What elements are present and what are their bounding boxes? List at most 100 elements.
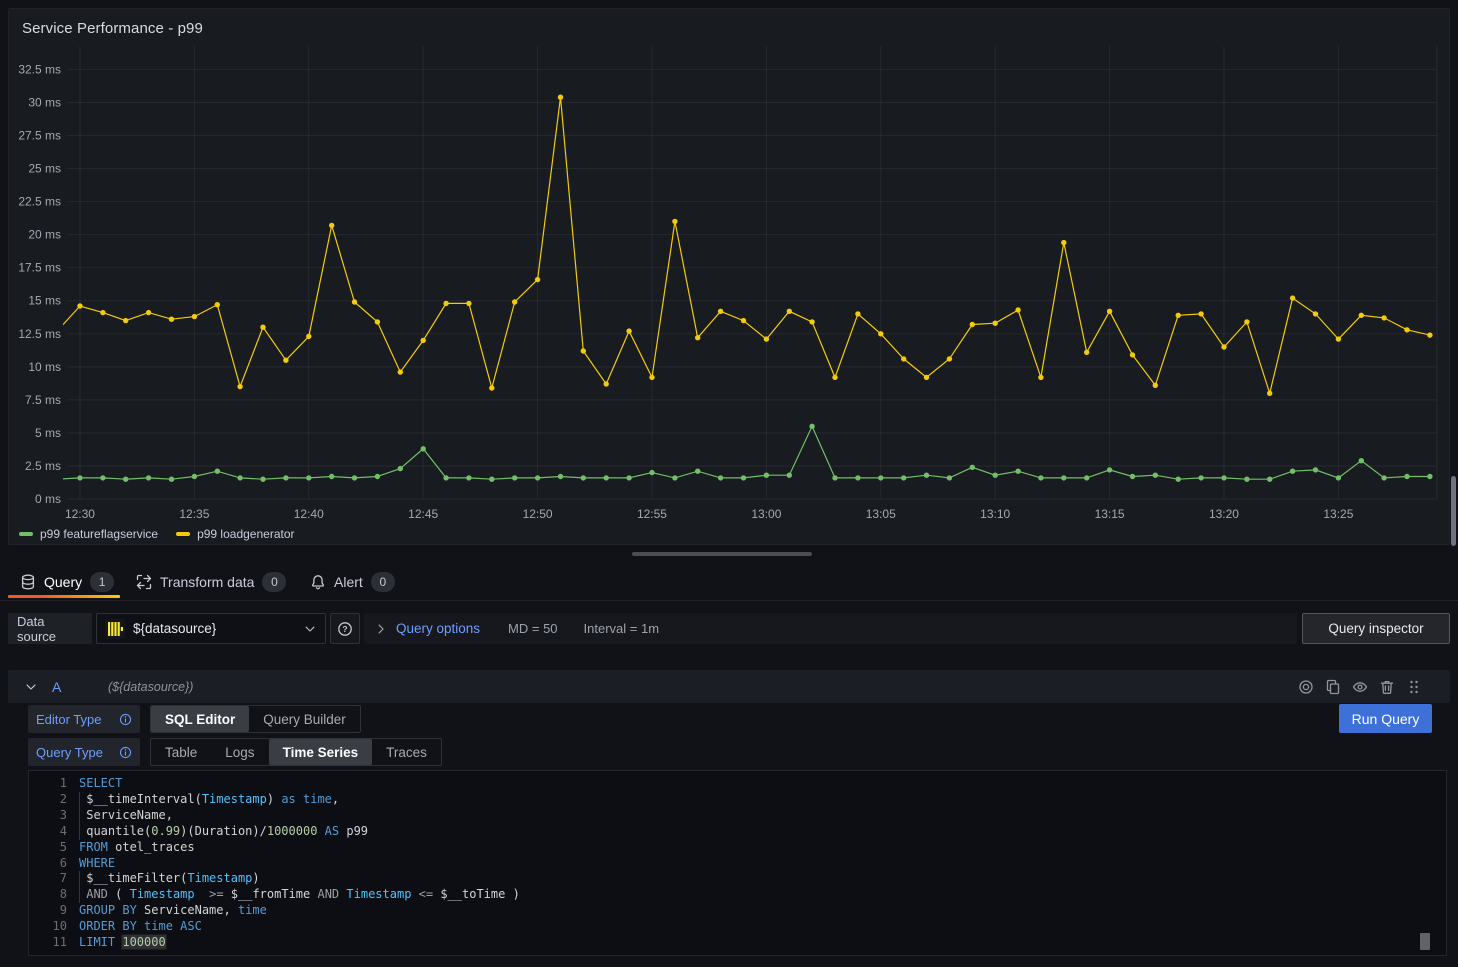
tab-label: Alert <box>334 574 363 590</box>
x-axis-tick: 12:30 <box>65 507 95 521</box>
sql-token: LIMIT <box>79 935 115 949</box>
disable-query-icon[interactable] <box>1298 679 1314 695</box>
chevron-down-icon <box>303 622 317 636</box>
sql-token: Timestamp <box>130 887 195 901</box>
line-number: 9 <box>29 903 67 919</box>
radio-option-query-builder[interactable]: Query Builder <box>249 706 360 732</box>
code-line[interactable]: $__timeFilter(Timestamp) <box>79 871 520 887</box>
data-point <box>764 336 769 341</box>
tab-query[interactable]: Query 1 <box>20 570 114 594</box>
data-point <box>993 473 998 478</box>
sql-token: ) <box>267 792 281 806</box>
x-axis-tick: 13:20 <box>1209 507 1239 521</box>
radio-option-sql-editor[interactable]: SQL Editor <box>151 706 249 732</box>
pane-resize-handle[interactable] <box>632 552 812 556</box>
legend-item-loadgenerator[interactable]: p99 loadgenerator <box>176 527 294 541</box>
data-point <box>855 475 860 480</box>
data-point <box>1061 240 1066 245</box>
editor-tabbar: Query 1 Transform data 0 Alert 0 <box>0 564 1458 601</box>
line-number: 3 <box>29 808 67 824</box>
data-point <box>100 475 105 480</box>
data-point <box>1381 475 1386 480</box>
info-circle-icon[interactable] <box>119 746 132 759</box>
data-point <box>398 466 403 471</box>
info-circle-icon[interactable] <box>119 713 132 726</box>
tab-alert[interactable]: Alert 0 <box>310 570 395 594</box>
code-line[interactable]: ORDER BY time ASC <box>79 919 520 935</box>
query-inspector-button[interactable]: Query inspector <box>1302 613 1450 644</box>
radio-option-traces[interactable]: Traces <box>372 739 441 765</box>
code-line[interactable]: ServiceName, <box>79 808 520 824</box>
tab-transform-data[interactable]: Transform data 0 <box>136 570 286 594</box>
transform-count-badge: 0 <box>262 572 286 592</box>
data-point <box>169 317 174 322</box>
code-line[interactable]: AND ( Timestamp >= $__fromTime AND Times… <box>79 887 520 903</box>
x-axis-tick: 12:35 <box>179 507 209 521</box>
x-axis-tick: 12:50 <box>523 507 553 521</box>
transform-icon <box>136 574 152 590</box>
time-series-chart[interactable]: 0 ms2.5 ms5 ms7.5 ms10 ms12.5 ms15 ms17.… <box>9 9 1451 551</box>
data-point <box>1084 350 1089 355</box>
code-line[interactable]: $__timeInterval(Timestamp) as time, <box>79 792 520 808</box>
data-point <box>1336 336 1341 341</box>
data-point <box>970 465 975 470</box>
radio-option-logs[interactable]: Logs <box>211 739 268 765</box>
data-point <box>1313 311 1318 316</box>
data-point <box>1336 475 1341 480</box>
data-point <box>375 474 380 479</box>
alert-count-badge: 0 <box>371 572 395 592</box>
sql-token: otel_traces <box>108 840 195 854</box>
data-point <box>1244 319 1249 324</box>
legend-item-featureflagservice[interactable]: p99 featureflagservice <box>19 527 158 541</box>
x-axis-tick: 12:55 <box>637 507 667 521</box>
data-point <box>535 277 540 282</box>
data-point <box>489 385 494 390</box>
code-line[interactable]: quantile(0.99)(Duration)/1000000 AS p99 <box>79 824 520 840</box>
page-scrollbar-thumb[interactable] <box>1451 476 1456 546</box>
sql-token: Timestamp <box>202 792 267 806</box>
sql-token: ( <box>108 887 130 901</box>
data-point <box>626 328 631 333</box>
sql-token <box>296 792 303 806</box>
sql-token: WHERE <box>79 856 115 870</box>
sql-token: Timestamp <box>346 887 411 901</box>
chevron-right-icon[interactable] <box>374 622 388 636</box>
data-point <box>1153 383 1158 388</box>
datasource-help-button[interactable]: ? <box>330 613 360 644</box>
data-point <box>1221 344 1226 349</box>
radio-option-table[interactable]: Table <box>151 739 211 765</box>
remove-query-trash-icon[interactable] <box>1379 679 1395 695</box>
code-line[interactable]: FROM otel_traces <box>79 840 520 856</box>
query-row-header[interactable]: A (${datasource}) <box>8 670 1450 703</box>
code-line[interactable]: WHERE <box>79 856 520 872</box>
query-options-toggle[interactable]: Query options <box>396 621 480 636</box>
sql-token: $__timeInterval( <box>79 792 202 806</box>
duplicate-query-icon[interactable] <box>1325 679 1341 695</box>
editor-scrollbar-thumb[interactable] <box>1420 933 1430 950</box>
data-point <box>398 369 403 374</box>
code-line[interactable]: SELECT <box>79 776 520 792</box>
datasource-picker[interactable]: ${datasource} <box>96 613 326 644</box>
data-point <box>764 473 769 478</box>
data-point <box>924 375 929 380</box>
drag-handle-icon[interactable] <box>1406 679 1422 695</box>
data-point <box>54 477 59 482</box>
data-point <box>215 469 220 474</box>
data-point <box>466 475 471 480</box>
radio-option-time-series[interactable]: Time Series <box>269 739 373 765</box>
sql-token: )(Duration)/ <box>180 824 267 838</box>
data-point <box>1290 295 1295 300</box>
sql-code[interactable]: SELECT $__timeInterval(Timestamp) as tim… <box>79 776 520 951</box>
hide-response-eye-icon[interactable] <box>1352 679 1368 695</box>
data-point <box>1313 467 1318 472</box>
data-point <box>787 309 792 314</box>
data-point <box>1290 469 1295 474</box>
data-point <box>855 311 860 316</box>
code-line[interactable]: GROUP BY ServiceName, time <box>79 903 520 919</box>
run-query-button[interactable]: Run Query <box>1339 704 1432 733</box>
sql-code-editor[interactable]: 1234567891011 SELECT $__timeInterval(Tim… <box>28 770 1447 956</box>
data-point <box>1244 477 1249 482</box>
data-point <box>215 302 220 307</box>
collapse-chevron-icon[interactable] <box>24 680 38 694</box>
code-line[interactable]: LIMIT 100000 <box>79 935 520 951</box>
